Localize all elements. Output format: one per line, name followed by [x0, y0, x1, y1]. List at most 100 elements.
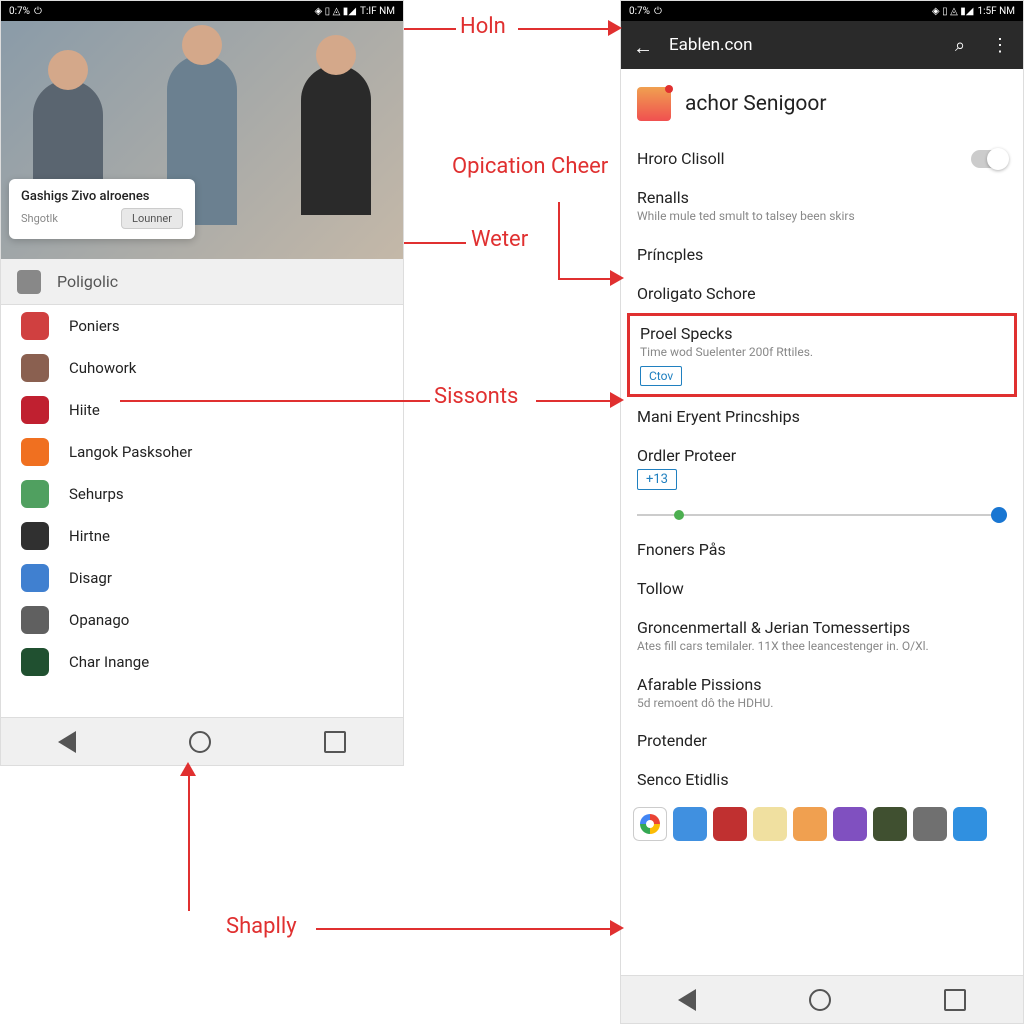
hero-card-title: Gashigs Zivo alroenes — [21, 189, 183, 204]
setting-row[interactable]: Tollow — [621, 569, 1023, 608]
annotation-label: Shaplly — [226, 914, 297, 939]
setting-label: Príncples — [637, 245, 1007, 264]
app-label: Cuhowork — [69, 359, 136, 377]
app-icon — [21, 354, 49, 382]
setting-row[interactable]: Renalls While mule ted smult to talsey b… — [621, 178, 1023, 235]
dock-app-icon[interactable] — [793, 807, 827, 841]
setting-label: Afarable Pissions — [637, 675, 1007, 694]
hero-image: Gashigs Zivo alroenes Shgotlk Lounner — [1, 21, 403, 259]
setting-label: Ordler Proteer — [637, 446, 1007, 465]
app-icon — [637, 87, 671, 121]
dock-app-icon[interactable] — [713, 807, 747, 841]
battery-icon: ⏻ — [34, 6, 42, 17]
setting-row[interactable]: Groncenmertall & Jerian Tomessertips Ate… — [621, 608, 1023, 665]
setting-row[interactable]: Fnoners Pås — [621, 530, 1023, 569]
app-item[interactable]: Hiite — [1, 389, 403, 431]
setting-row[interactable]: Protender — [621, 721, 1023, 760]
app-label: Hiite — [69, 401, 100, 419]
setting-subtitle: Ates fill cars temilaler. 11X thee leanc… — [637, 639, 1007, 655]
slider[interactable] — [637, 514, 1007, 516]
section-header: Poligolic — [1, 259, 403, 305]
toolbar-title: Eablen.con — [669, 35, 939, 55]
setting-row[interactable]: Príncples — [621, 235, 1023, 274]
app-icon — [21, 312, 49, 340]
dock-app-icon[interactable] — [753, 807, 787, 841]
nav-home-button[interactable] — [809, 989, 831, 1011]
arrow-line — [316, 928, 612, 930]
setting-row[interactable]: Hroro Clisoll — [621, 139, 1023, 178]
battery-text: 0:7% — [9, 6, 30, 17]
arrow-line — [518, 28, 610, 30]
arrow-line — [558, 202, 560, 278]
chip-button[interactable]: Ctov — [640, 366, 682, 386]
setting-label: Tollow — [637, 579, 1007, 598]
signal-icons: ◈ ▯ ◬ ▮◢ — [314, 6, 356, 17]
slider-thumb[interactable] — [991, 507, 1007, 523]
hero-card[interactable]: Gashigs Zivo alroenes Shgotlk Lounner — [9, 179, 195, 239]
nav-recent-button[interactable] — [324, 731, 346, 753]
dock-app-icon[interactable] — [673, 807, 707, 841]
nav-bar — [621, 975, 1023, 1023]
app-item[interactable]: Sehurps — [1, 473, 403, 515]
annotation-label: Weter — [471, 227, 528, 252]
dock-app-icon[interactable] — [633, 807, 667, 841]
app-label: Opanago — [69, 611, 129, 629]
dock-app-icon[interactable] — [913, 807, 947, 841]
arrow-line — [404, 242, 466, 244]
app-item[interactable]: Langok Pasksoher — [1, 431, 403, 473]
hero-card-button[interactable]: Lounner — [121, 208, 183, 229]
dock-app-icon[interactable] — [873, 807, 907, 841]
dock-app-icon[interactable] — [833, 807, 867, 841]
arrow-line — [404, 28, 456, 30]
settings-body: achor Senigoor Hroro Clisoll Renalls Whi… — [621, 69, 1023, 975]
app-label: Poniers — [69, 317, 120, 335]
app-item[interactable]: Char Inange — [1, 641, 403, 683]
setting-label: Fnoners Pås — [637, 540, 1007, 559]
nav-back-button[interactable] — [58, 731, 76, 753]
toolbar: Eablen.con ⌕ ⋮ — [621, 21, 1023, 69]
arrow-head-icon — [608, 20, 622, 36]
dock-app-icon[interactable] — [953, 807, 987, 841]
back-icon[interactable] — [633, 35, 653, 55]
nav-back-button[interactable] — [678, 989, 696, 1011]
setting-row[interactable]: Oroligato Schore — [621, 274, 1023, 313]
person-illustration — [301, 65, 371, 215]
clock-text: T:IF NM — [360, 6, 395, 17]
app-item[interactable]: Disagr — [1, 557, 403, 599]
nav-home-button[interactable] — [189, 731, 211, 753]
highlighted-setting[interactable]: Proel Specks Time wod Suelenter 200f Rtt… — [627, 313, 1017, 398]
nav-recent-button[interactable] — [944, 989, 966, 1011]
count-badge: +13 — [637, 469, 677, 490]
settings-title: achor Senigoor — [685, 92, 826, 116]
arrow-line — [536, 400, 612, 402]
setting-row[interactable]: Afarable Pissions 5d remoent dô the HDHU… — [621, 665, 1023, 722]
more-icon[interactable]: ⋮ — [991, 35, 1011, 55]
setting-row[interactable]: Ordler Proteer +13 — [621, 436, 1023, 500]
phone-right: 0:7%⏻ ◈ ▯ ◬ ▮◢1:5F NM Eablen.con ⌕ ⋮ ach… — [620, 0, 1024, 1024]
status-bar: 0:7%⏻ ◈ ▯ ◬ ▮◢1:5F NM — [621, 1, 1023, 21]
battery-icon: ⏻ — [654, 6, 662, 17]
app-dock — [621, 799, 1023, 849]
arrow-line — [120, 400, 430, 402]
slider-marker — [674, 510, 684, 520]
setting-row[interactable]: Mani Eryent Princships — [621, 397, 1023, 436]
arrow-line — [558, 278, 612, 280]
setting-label: Proel Specks — [640, 324, 1004, 343]
status-bar: 0:7% ⏻ ◈ ▯ ◬ ▮◢ T:IF NM — [1, 1, 403, 21]
toggle-switch[interactable] — [971, 150, 1007, 168]
app-item[interactable]: Opanago — [1, 599, 403, 641]
battery-text: 0:7% — [629, 6, 650, 17]
app-item[interactable]: Cuhowork — [1, 347, 403, 389]
app-item[interactable]: Poniers — [1, 305, 403, 347]
arrow-head-icon — [610, 270, 624, 286]
app-list: Poniers Cuhowork Hiite Langok Pasksoher Sehu… — [1, 305, 403, 683]
app-label: Sehurps — [69, 485, 124, 503]
search-icon[interactable]: ⌕ — [955, 35, 975, 55]
app-label: Hirtne — [69, 527, 110, 545]
arrow-head-icon — [610, 392, 624, 408]
annotation-label: Sissonts — [434, 384, 518, 409]
setting-row[interactable]: Senco Etidlis — [621, 760, 1023, 799]
app-item[interactable]: Hirtne — [1, 515, 403, 557]
arrow-head-icon — [180, 762, 196, 776]
section-icon — [17, 270, 41, 294]
